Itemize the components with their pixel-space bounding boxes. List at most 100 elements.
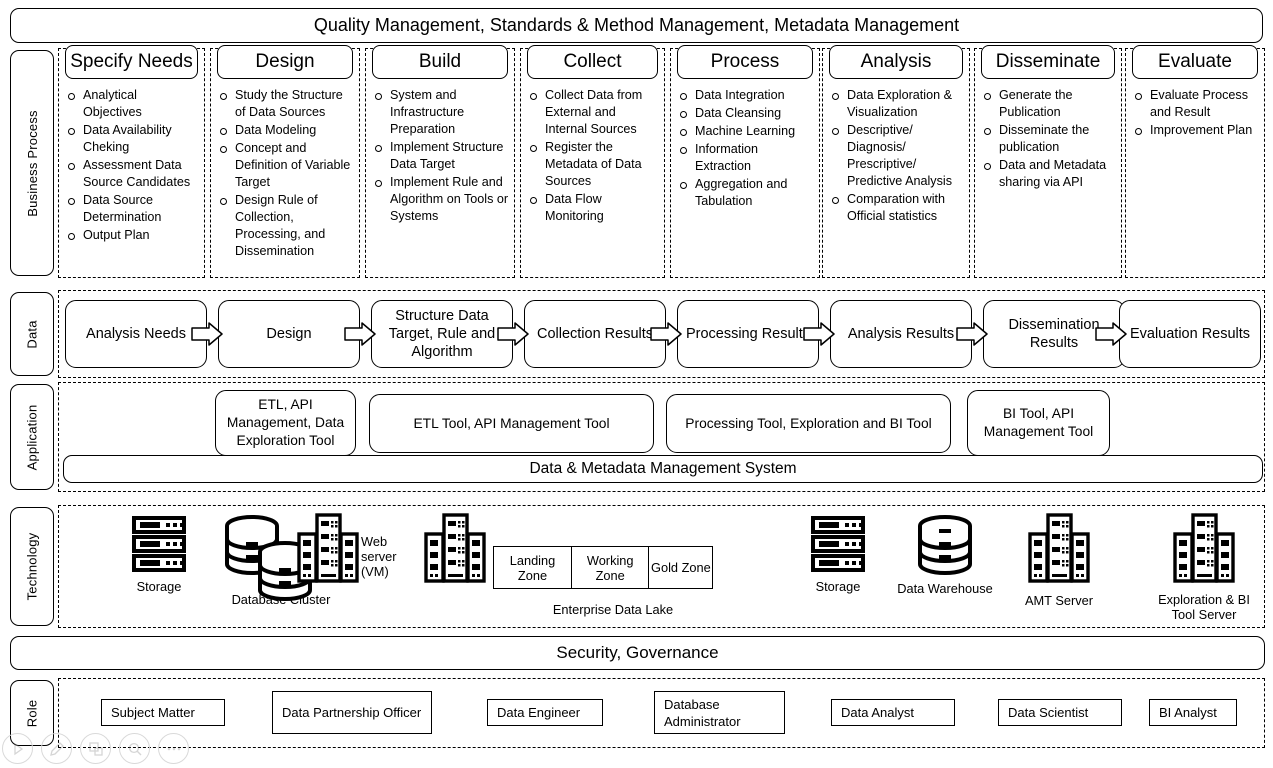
list-item: Descriptive/ Diagnosis/ Prescriptive/ Pr… <box>830 122 964 190</box>
database-icon <box>916 515 974 579</box>
role-data-scientist[interactable]: Data Scientist <box>998 699 1122 726</box>
technology-item-storage[interactable]: Storage <box>104 514 214 594</box>
list-item: Data Flow Monitoring <box>528 191 659 225</box>
flow-arrow-icon <box>650 322 682 346</box>
mini-toolbar <box>2 733 202 767</box>
role-data-analyst[interactable]: Data Analyst <box>831 699 955 726</box>
business-process-band: Specify Needs Analytical Objectives Data… <box>58 45 1265 278</box>
list-item: Data Source Determination <box>66 192 199 226</box>
list-item: Information Extraction <box>678 141 814 175</box>
ellipsis-icon[interactable] <box>158 733 189 764</box>
shapes-icon[interactable] <box>80 733 111 764</box>
phase-process[interactable]: Process Data Integration Data Cleansing … <box>670 45 820 278</box>
list-item: Data Availability Cheking <box>66 122 199 156</box>
row-label-technology: Technology <box>10 507 54 626</box>
role-bi-analyst[interactable]: BI Analyst <box>1149 699 1237 726</box>
row-label-business-process: Business Process <box>10 50 54 276</box>
list-item: Study the Structure of Data Sources <box>218 87 354 121</box>
phase-title: Evaluate <box>1132 45 1258 79</box>
phase-design[interactable]: Design Study the Structure of Data Sourc… <box>210 45 360 278</box>
quality-management-banner: Quality Management, Standards & Method M… <box>10 8 1263 43</box>
list-item: Data and Metadata sharing via API <box>982 157 1116 191</box>
play-icon[interactable] <box>2 733 33 764</box>
application-tool[interactable]: BI Tool, API Management Tool <box>967 390 1110 456</box>
flow-arrow-icon <box>956 322 988 346</box>
phase-items: Generate the Publication Disseminate the… <box>982 87 1116 192</box>
data-stage[interactable]: Structure Data Target, Rule and Algorith… <box>371 300 513 368</box>
list-item: Aggregation and Tabulation <box>678 176 814 210</box>
technology-item-label: AMT Server <box>1024 593 1094 608</box>
data-metadata-management-system[interactable]: Data & Metadata Management System <box>63 455 1263 483</box>
flow-arrow-icon <box>191 322 223 346</box>
technology-item-label: Storage <box>136 579 182 594</box>
data-stage[interactable]: Collection Results <box>524 300 666 368</box>
technology-item-exploration-bi-server[interactable]: Exploration & BI Tool Server <box>1149 512 1259 622</box>
list-item: Output Plan <box>66 227 199 244</box>
server-rack-icon <box>131 516 187 577</box>
list-item: System and Infrastructure Preparation <box>373 87 509 138</box>
technology-item-label: Exploration & BI Tool Server <box>1158 592 1250 622</box>
magnifier-icon[interactable] <box>119 733 150 764</box>
phase-items: Data Exploration & Visualization Descrip… <box>830 87 964 226</box>
application-tool[interactable]: Processing Tool, Exploration and BI Tool <box>666 394 951 453</box>
phase-items: Analytical Objectives Data Availability … <box>66 87 199 245</box>
data-stage[interactable]: Evaluation Results <box>1119 300 1261 368</box>
list-item: Implement Structure Data Target <box>373 139 509 173</box>
technology-item-web-server[interactable] <box>297 512 359 589</box>
list-item: Machine Learning <box>678 123 814 140</box>
phase-title: Build <box>372 45 508 79</box>
role-band: Subject Matter Data Partnership Officer … <box>58 678 1265 748</box>
phase-specify-needs[interactable]: Specify Needs Analytical Objectives Data… <box>58 45 205 278</box>
flow-arrow-icon <box>344 322 376 346</box>
pencil-icon[interactable] <box>41 733 72 764</box>
phase-items: Data Integration Data Cleansing Machine … <box>678 87 814 211</box>
data-stage[interactable]: Design <box>218 300 360 368</box>
data-stage[interactable]: Analysis Needs <box>65 300 207 368</box>
application-tool[interactable]: ETL Tool, API Management Tool <box>369 394 654 453</box>
role-subject-matter[interactable]: Subject Matter <box>101 699 225 726</box>
datacenter-building-icon <box>1028 513 1090 589</box>
phase-items: Study the Structure of Data Sources Data… <box>218 87 354 261</box>
technology-item-web-server-label: Web server (VM) <box>361 534 417 579</box>
banner-title: Quality Management, Standards & Method M… <box>313 15 960 35</box>
role-data-partnership-officer[interactable]: Data Partnership Officer <box>272 691 432 734</box>
data-lake-zones: Landing Zone Working Zone Gold Zone <box>493 546 714 589</box>
phase-title: Specify Needs <box>65 45 198 79</box>
zone-landing[interactable]: Landing Zone <box>493 546 572 589</box>
row-label-application: Application <box>10 384 54 490</box>
security-governance-band: Security, Governance <box>10 636 1265 670</box>
phase-items: Collect Data from External and Internal … <box>528 87 659 226</box>
list-item: Improvement Plan <box>1133 122 1259 139</box>
role-data-engineer[interactable]: Data Engineer <box>487 699 603 726</box>
technology-item-label: Web server (VM) <box>361 534 397 579</box>
zone-gold[interactable]: Gold Zone <box>648 546 714 589</box>
phase-build[interactable]: Build System and Infrastructure Preparat… <box>365 45 515 278</box>
list-item: Assessment Data Source Candidates <box>66 157 199 191</box>
technology-item-label: Data Warehouse <box>897 581 993 596</box>
technology-item-amt-server[interactable]: AMT Server <box>1012 512 1106 608</box>
list-item: Data Cleansing <box>678 105 814 122</box>
security-governance-title: Security, Governance <box>556 643 719 662</box>
technology-item-storage-right[interactable]: Storage <box>783 514 893 594</box>
zone-working[interactable]: Working Zone <box>570 546 650 589</box>
list-item: Design Rule of Collection, Processing, a… <box>218 192 354 260</box>
technology-item-label: Enterprise Data Lake <box>552 602 674 617</box>
application-tool[interactable]: ETL, API Management, Data Exploration To… <box>215 390 356 456</box>
phase-items: Evaluate Process and Result Improvement … <box>1133 87 1259 140</box>
phase-analysis[interactable]: Analysis Data Exploration & Visualizatio… <box>822 45 970 278</box>
diagram-canvas: Quality Management, Standards & Method M… <box>0 0 1273 768</box>
list-item: Evaluate Process and Result <box>1133 87 1259 121</box>
technology-band: Storage Database Cluster Web server (VM)… <box>58 505 1265 628</box>
application-band: ETL, API Management, Data Exploration To… <box>58 382 1265 492</box>
data-stage[interactable]: Analysis Results <box>830 300 972 368</box>
technology-item-data-warehouse[interactable]: Data Warehouse <box>885 514 1005 596</box>
phase-collect[interactable]: Collect Collect Data from External and I… <box>520 45 665 278</box>
role-database-administrator[interactable]: Database Administrator <box>654 691 785 734</box>
list-item: Data Integration <box>678 87 814 104</box>
technology-item-data-lake-icon[interactable] <box>424 512 486 589</box>
flow-arrow-icon <box>1095 322 1127 346</box>
phase-evaluate[interactable]: Evaluate Evaluate Process and Result Imp… <box>1125 45 1265 278</box>
list-item: Implement Rule and Algorithm on Tools or… <box>373 174 509 225</box>
phase-disseminate[interactable]: Disseminate Generate the Publication Dis… <box>974 45 1122 278</box>
data-stage[interactable]: Processing Results <box>677 300 819 368</box>
